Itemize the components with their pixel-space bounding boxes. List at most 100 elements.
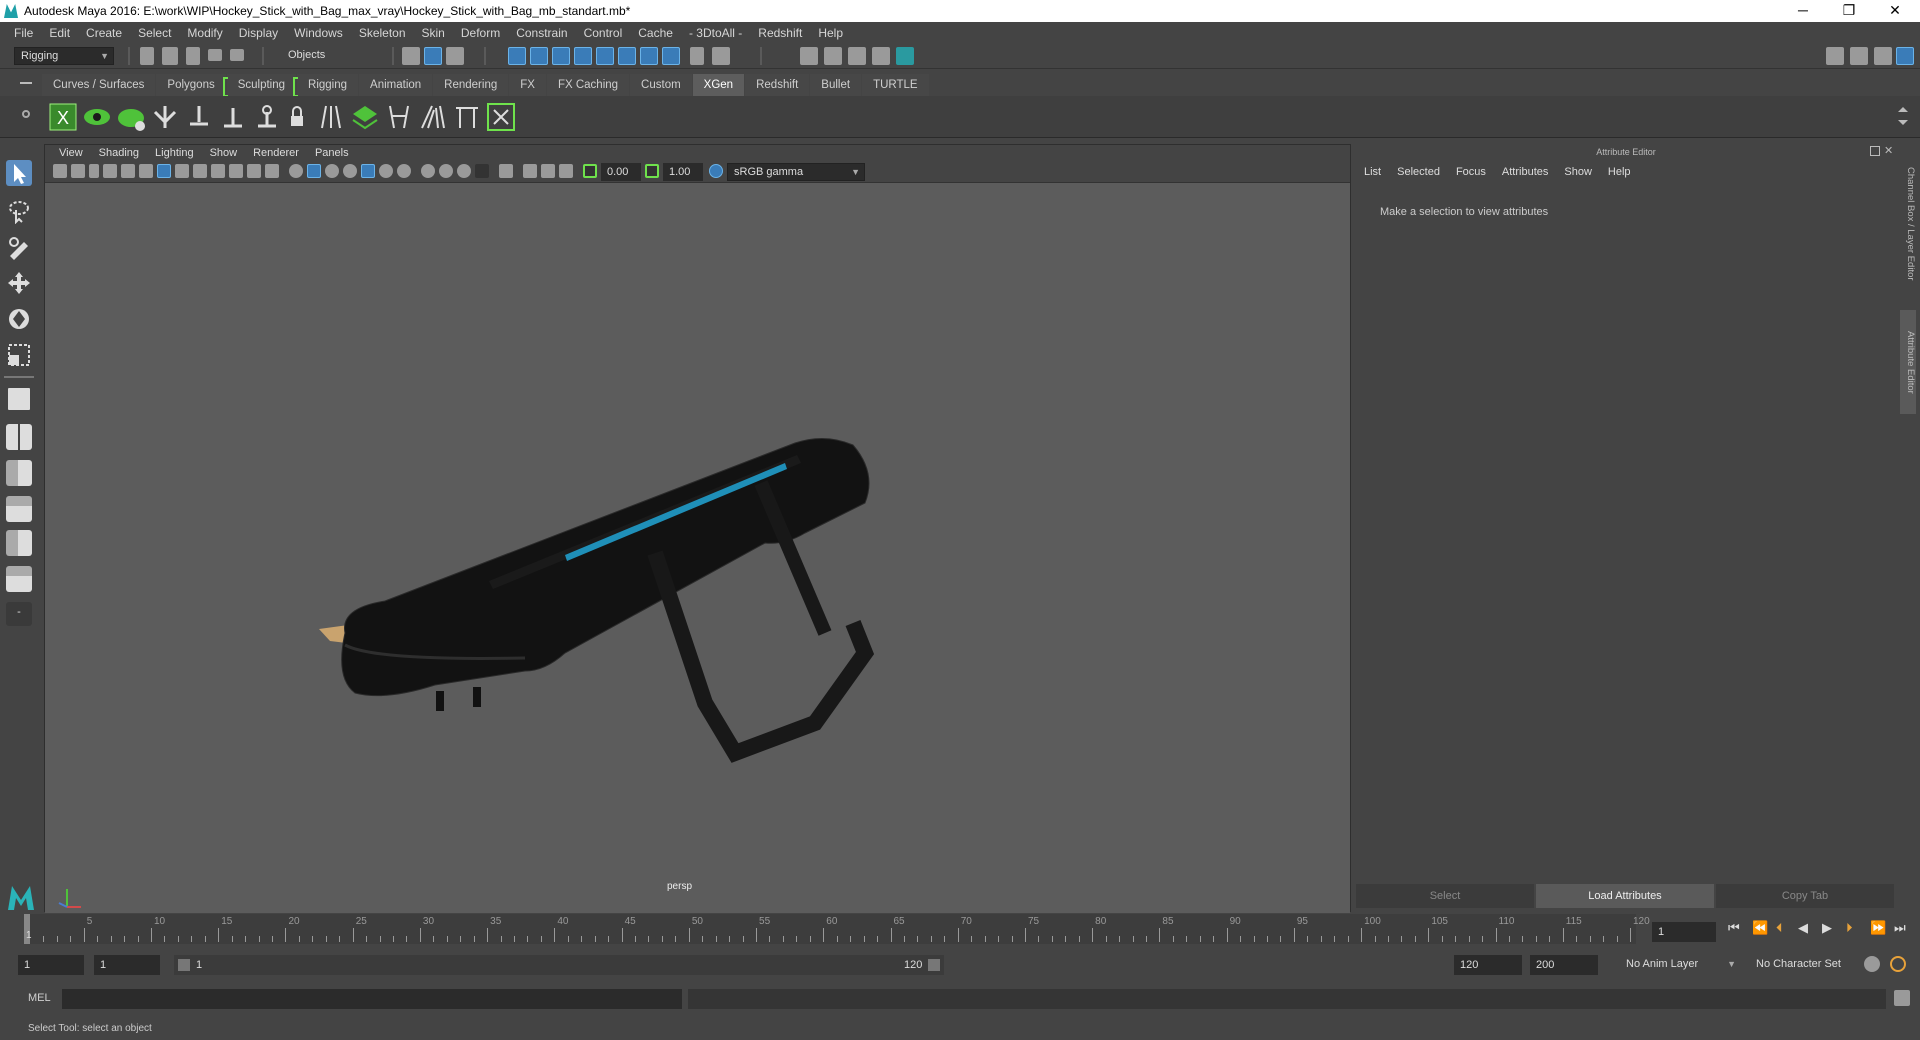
xgen-bind-guide-icon[interactable]: [252, 102, 282, 132]
shelf-tab-fx[interactable]: FX: [509, 74, 546, 96]
hockey-bag-model[interactable]: [45, 183, 1352, 913]
shelf-tab-curves-surfaces[interactable]: Curves / Surfaces: [42, 74, 156, 96]
gate-mask-icon[interactable]: [211, 164, 225, 178]
step-back-frame-icon[interactable]: ⏴: [1776, 920, 1783, 936]
step-forward-frame-icon[interactable]: ⏵: [1846, 920, 1853, 936]
snap-to-point-icon[interactable]: [552, 47, 570, 65]
shelf-tab-custom[interactable]: Custom: [630, 74, 692, 96]
snap-to-projected-center-icon[interactable]: [574, 47, 592, 65]
load-attributes-button[interactable]: Load Attributes: [1536, 884, 1714, 908]
isolate-select-icon[interactable]: [475, 164, 489, 178]
menu-edit[interactable]: Edit: [41, 26, 78, 40]
workspace-icon[interactable]: [1826, 47, 1844, 65]
shelf-tab-rendering[interactable]: Rendering: [433, 74, 509, 96]
image-plane-icon[interactable]: [103, 164, 117, 178]
step-back-key-icon[interactable]: ⏪: [1752, 920, 1768, 936]
bookmark-icon[interactable]: [89, 164, 99, 178]
save-scene-icon[interactable]: [186, 47, 200, 65]
textured-icon[interactable]: [343, 164, 357, 178]
menu-skin[interactable]: Skin: [414, 26, 453, 40]
select-by-component-icon[interactable]: [446, 47, 464, 65]
script-editor-icon[interactable]: [1894, 990, 1910, 1006]
xgen-add-guide-icon[interactable]: [150, 102, 180, 132]
xgen-preview-eye-icon[interactable]: [82, 102, 112, 132]
symmetry-icon[interactable]: [662, 47, 680, 65]
make-live-icon[interactable]: [618, 47, 636, 65]
menu-file[interactable]: File: [6, 26, 41, 40]
menu-skeleton[interactable]: Skeleton: [351, 26, 414, 40]
render-settings-icon[interactable]: [872, 47, 890, 65]
select-tool-icon[interactable]: [6, 160, 32, 186]
redo-icon[interactable]: [230, 49, 244, 61]
animation-start-field[interactable]: 1: [18, 955, 84, 975]
menu-redshift[interactable]: Redshift: [750, 26, 810, 40]
menu-control[interactable]: Control: [576, 26, 631, 40]
minimize-button[interactable]: ─: [1780, 0, 1826, 22]
command-input[interactable]: [62, 989, 682, 1009]
wireframe-icon[interactable]: [289, 164, 303, 178]
channel-box-toggle-icon[interactable]: [1896, 47, 1914, 65]
select-by-object-type-icon[interactable]: [424, 47, 442, 65]
go-to-start-icon[interactable]: ⏮: [1728, 920, 1740, 936]
xgen-create-description-icon[interactable]: [116, 102, 146, 132]
viewport-menu-panels[interactable]: Panels: [307, 147, 357, 159]
ipr-render-icon[interactable]: [848, 47, 866, 65]
film-gate-icon[interactable]: [175, 164, 189, 178]
color-management-icon[interactable]: [709, 164, 723, 178]
viewport-menu-view[interactable]: View: [51, 147, 91, 159]
move-tool-icon[interactable]: [6, 270, 32, 296]
menu-3dtoall[interactable]: - 3DtoAll -: [681, 26, 750, 40]
shelf-menu-icon[interactable]: [20, 82, 32, 84]
lasso-tool-icon[interactable]: [6, 198, 32, 224]
wireframe-on-shaded-icon[interactable]: [325, 164, 339, 178]
xray-icon[interactable]: [499, 164, 513, 178]
field-chart-icon[interactable]: [229, 164, 243, 178]
perspective-graph-layout-icon[interactable]: [6, 496, 32, 522]
xgen-comb-icon[interactable]: [384, 102, 414, 132]
use-all-lights-icon[interactable]: [361, 164, 375, 178]
menu-display[interactable]: Display: [231, 26, 286, 40]
camera-select-icon[interactable]: [53, 164, 67, 178]
xgen-clump-icon[interactable]: [418, 102, 448, 132]
menu-help[interactable]: Help: [810, 26, 851, 40]
hypershade-layout-icon[interactable]: [6, 566, 32, 592]
menu-modify[interactable]: Modify: [179, 26, 230, 40]
attr-menu-help[interactable]: Help: [1600, 166, 1639, 184]
depth-of-field-icon[interactable]: [457, 164, 471, 178]
range-slider-bar[interactable]: 1 120: [174, 955, 944, 975]
attribute-editor-tab[interactable]: Attribute Editor: [1900, 310, 1916, 414]
time-ruler[interactable]: 1 5 10 15 20 25 30 35 40 45 50 55 60 65 70 75 80 85 90 95 1…: [24, 914, 1650, 944]
open-scene-icon[interactable]: [162, 47, 178, 65]
playback-start-field[interactable]: 1: [94, 955, 160, 975]
snap-together-icon[interactable]: [640, 47, 658, 65]
xray-joints-icon[interactable]: [523, 164, 537, 178]
shelf-tab-sculpting[interactable]: Sculpting: [222, 74, 297, 97]
xgen-layers-icon[interactable]: [350, 102, 380, 132]
safe-action-icon[interactable]: [247, 164, 261, 178]
perspective-viewport[interactable]: persp: [45, 183, 1350, 913]
undo-icon[interactable]: [208, 49, 222, 61]
channel-box-tab[interactable]: Channel Box / Layer Editor: [1900, 154, 1916, 294]
float-panel-icon[interactable]: [1870, 146, 1880, 156]
perspective-outliner-layout-icon[interactable]: [6, 460, 32, 486]
ambient-occlusion-icon[interactable]: [397, 164, 411, 178]
animation-end-field[interactable]: 200: [1530, 955, 1598, 975]
exposure-field[interactable]: 0.00: [601, 163, 641, 181]
anim-layer-dropdown[interactable]: No Anim Layer ▼: [1620, 955, 1740, 975]
shelf-scroll-down-icon[interactable]: [1898, 120, 1908, 130]
shelf-scroll-up-icon[interactable]: [1898, 102, 1908, 112]
select-button[interactable]: Select: [1356, 884, 1534, 908]
soft-select-icon[interactable]: [712, 47, 730, 65]
gamma-icon[interactable]: [645, 164, 659, 178]
shelf-tab-rigging[interactable]: Rigging: [293, 74, 359, 97]
menu-cache[interactable]: Cache: [630, 26, 681, 40]
attr-menu-show[interactable]: Show: [1556, 166, 1600, 184]
attr-menu-selected[interactable]: Selected: [1389, 166, 1448, 184]
shelf-tab-animation[interactable]: Animation: [359, 74, 433, 96]
select-by-hierarchy-icon[interactable]: [402, 47, 420, 65]
backface-culling-icon[interactable]: [559, 164, 573, 178]
shadows-icon[interactable]: [379, 164, 393, 178]
rotate-tool-icon[interactable]: [6, 306, 32, 332]
outliner-toggle-icon[interactable]: [1850, 47, 1868, 65]
shelf-tab-fx-caching[interactable]: FX Caching: [546, 74, 630, 96]
